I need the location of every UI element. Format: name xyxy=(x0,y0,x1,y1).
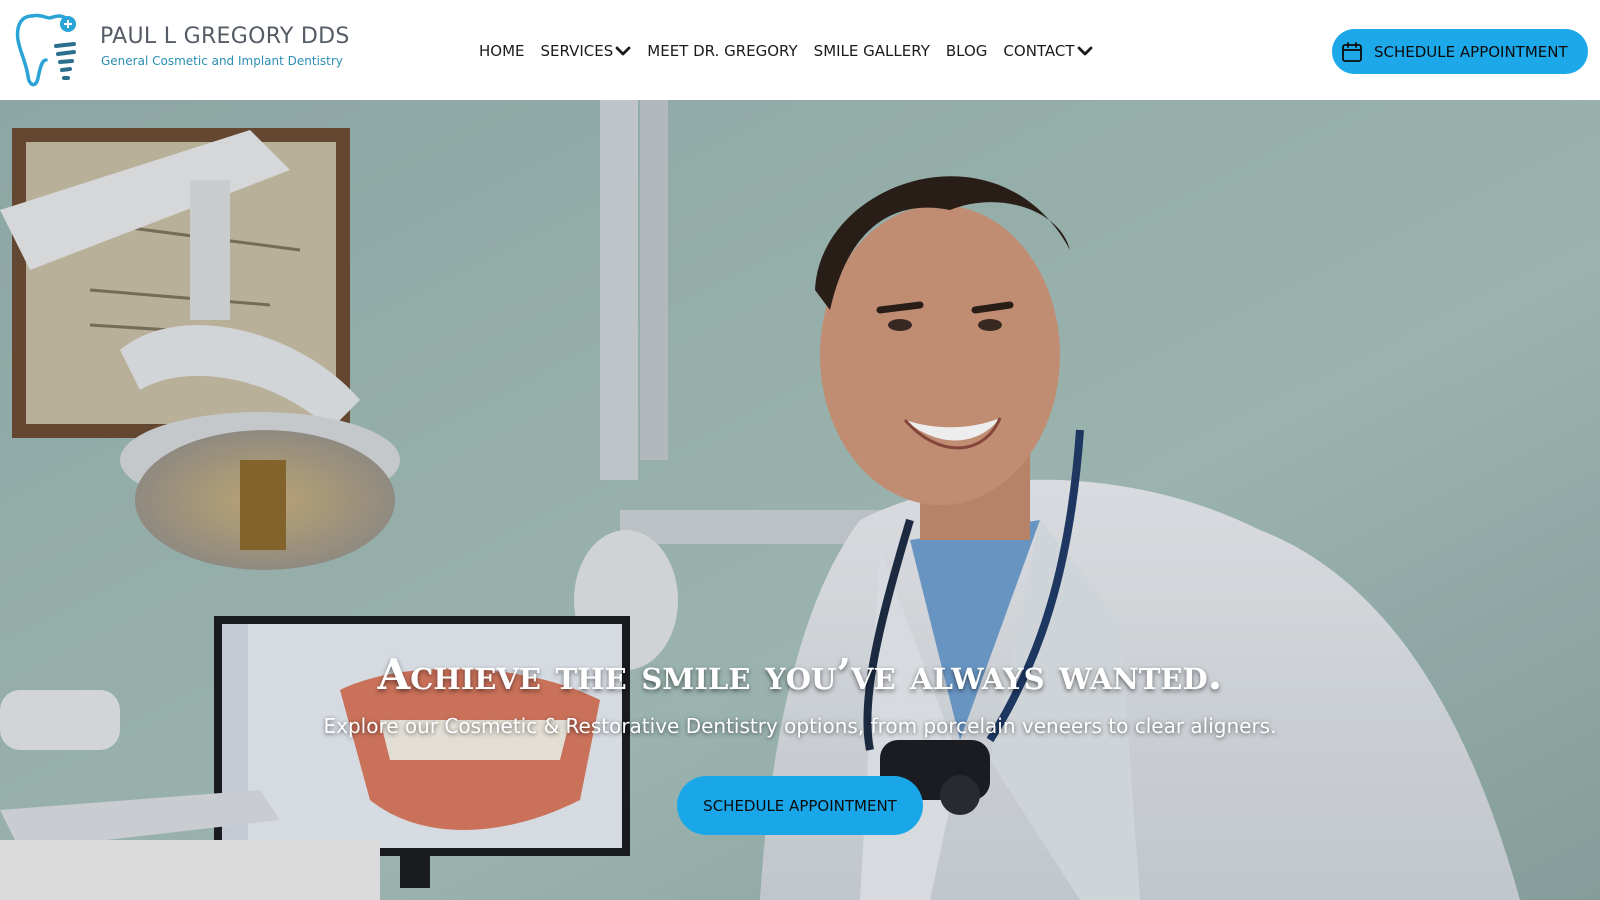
nav-smile-gallery[interactable]: SMILE GALLERY xyxy=(814,42,930,60)
hero-section: Achieve the smile you’ve always wanted. … xyxy=(0,100,1600,900)
nav-contact-label: CONTACT xyxy=(1003,42,1075,60)
nav-contact[interactable]: CONTACT xyxy=(1003,42,1092,60)
nav-meet-label: MEET DR. GREGORY xyxy=(647,42,798,60)
tooth-implant-icon xyxy=(15,13,76,87)
logo-name: PAUL L GREGORY DDS xyxy=(100,24,350,49)
nav-services[interactable]: SERVICES xyxy=(541,42,632,60)
chevron-down-icon xyxy=(615,46,631,56)
nav-blog[interactable]: BLOG xyxy=(946,42,988,60)
chevron-down-icon xyxy=(1077,46,1092,56)
hero-subheadline: Explore our Cosmetic & Restorative Denti… xyxy=(323,714,1277,738)
nav-home[interactable]: HOME xyxy=(479,42,525,60)
nav-home-label: HOME xyxy=(479,42,525,60)
nav-gallery-label: SMILE GALLERY xyxy=(813,42,930,60)
calendar-icon xyxy=(1342,41,1362,62)
site-header: PAUL L GREGORY DDS General Cosmetic and … xyxy=(0,0,1600,100)
nav-blog-label: BLOG xyxy=(945,42,988,60)
logo-tagline: General Cosmetic and Implant Dentistry xyxy=(101,54,343,68)
hero-headline: Achieve the smile you’ve always wanted. xyxy=(377,650,1223,699)
nav-services-label: SERVICES xyxy=(540,42,614,60)
schedule-appointment-hero-button[interactable]: SCHEDULE APPOINTMENT xyxy=(677,776,923,835)
main-nav: HOME SERVICES MEET DR. GREGORY SMILE GAL… xyxy=(479,38,1093,64)
nav-meet-dr-gregory[interactable]: MEET DR. GREGORY xyxy=(647,42,797,60)
schedule-appointment-header-label: SCHEDULE APPOINTMENT xyxy=(1374,42,1568,61)
site-logo[interactable]: PAUL L GREGORY DDS General Cosmetic and … xyxy=(12,6,352,94)
schedule-appointment-header-button[interactable]: SCHEDULE APPOINTMENT xyxy=(1332,29,1588,74)
